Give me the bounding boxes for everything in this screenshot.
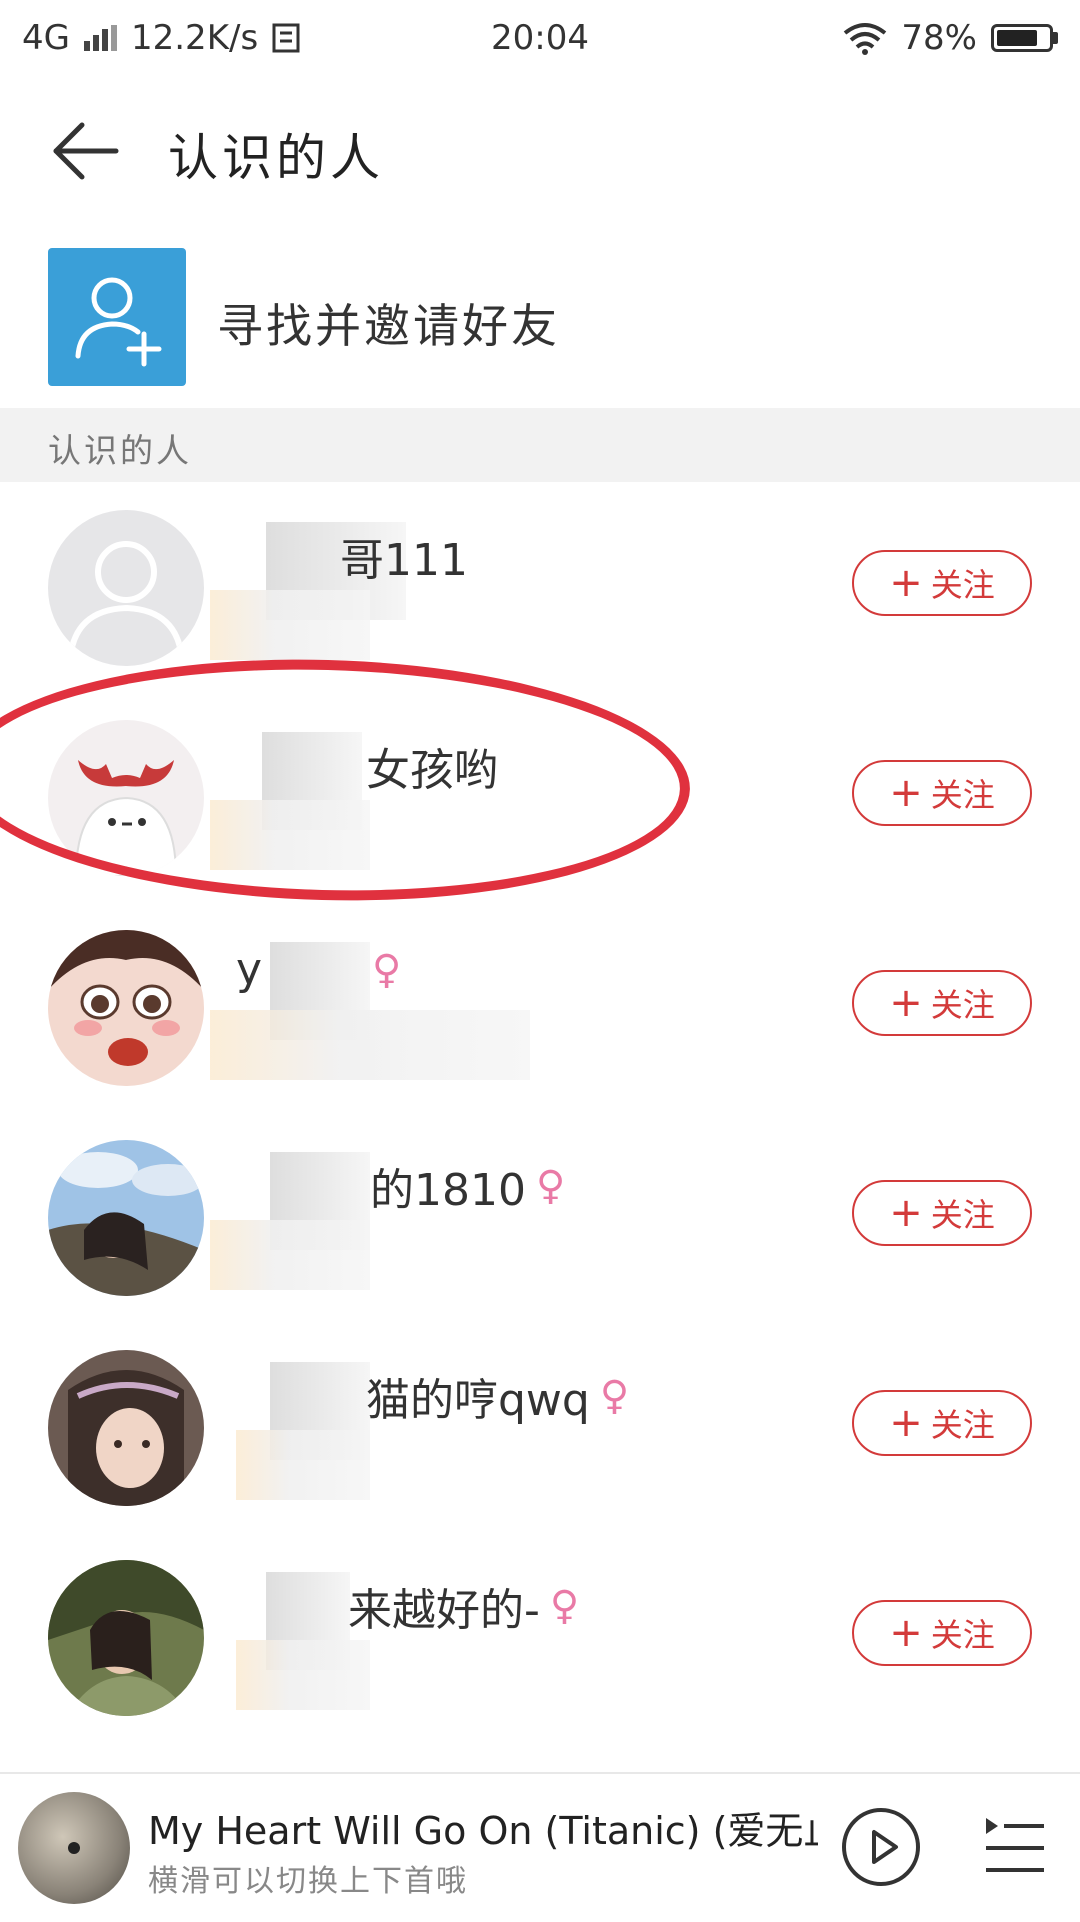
song-hint: 横滑可以切换上下首哦 <box>148 1864 468 1899</box>
blur-mask <box>236 1430 370 1500</box>
status-bar: 4G 12.2K/s 20:04 78% <box>0 0 1080 76</box>
add-user-icon <box>48 248 186 386</box>
avatar <box>48 720 204 876</box>
blur-mask <box>210 590 370 660</box>
status-time: 20:04 <box>491 18 589 58</box>
person-name: 猫的哼qwq ♀ <box>366 1373 630 1426</box>
find-invite-friends-row[interactable]: 寻找并邀请好友 <box>0 248 1080 388</box>
page-header: 认识的人 <box>0 96 1080 206</box>
battery-percent: 78% <box>901 18 977 58</box>
battery-icon <box>991 24 1058 52</box>
avatar <box>48 1140 204 1296</box>
mini-player[interactable]: My Heart Will Go On (Titanic) (爱无止 横滑可以切… <box>0 1772 1080 1922</box>
follow-button[interactable]: + 关注 <box>852 1600 1032 1666</box>
follow-button[interactable]: + 关注 <box>852 1180 1032 1246</box>
blur-mask <box>236 1640 370 1710</box>
female-icon: ♀ <box>535 1163 566 1209</box>
album-art[interactable] <box>18 1792 130 1904</box>
female-icon: ♀ <box>599 1373 630 1419</box>
person-row[interactable]: 哥111 + 关注 <box>0 510 1080 720</box>
person-name: y ♀ <box>236 944 402 995</box>
follow-button[interactable]: + 关注 <box>852 970 1032 1036</box>
follow-button[interactable]: + 关注 <box>852 550 1032 616</box>
status-left: 4G 12.2K/s <box>22 18 300 58</box>
blur-mask <box>210 1010 530 1080</box>
blur-mask <box>210 800 370 870</box>
avatar <box>48 1350 204 1506</box>
status-right: 78% <box>843 18 1058 58</box>
avatar <box>48 1560 204 1716</box>
person-row[interactable]: 来越好的- ♀ + 关注 <box>0 1560 1080 1770</box>
female-icon: ♀ <box>549 1583 580 1629</box>
page-title: 认识的人 <box>168 129 384 187</box>
blur-mask <box>210 1220 370 1290</box>
person-name: 的1810 ♀ <box>370 1163 566 1216</box>
avatar <box>48 930 204 1086</box>
back-arrow-icon[interactable] <box>50 121 120 181</box>
invite-label: 寻找并邀请好友 <box>217 299 560 353</box>
follow-button[interactable]: + 关注 <box>852 760 1032 826</box>
avatar <box>48 510 204 666</box>
person-name: 哥111 <box>340 535 468 586</box>
network-type: 4G <box>22 18 70 58</box>
play-icon[interactable] <box>842 1808 920 1886</box>
person-row[interactable]: 猫的哼qwq ♀ + 关注 <box>0 1350 1080 1560</box>
person-row[interactable]: 女孩哟 + 关注 <box>0 720 1080 930</box>
signal-icon <box>83 25 117 51</box>
person-row[interactable]: 的1810 ♀ + 关注 <box>0 1140 1080 1350</box>
person-name: 女孩哟 <box>366 745 498 796</box>
playlist-icon[interactable] <box>982 1812 1046 1884</box>
section-header: 认识的人 <box>0 408 1080 482</box>
song-title: My Heart Will Go On (Titanic) (爱无止 <box>148 1809 818 1853</box>
network-speed: 12.2K/s <box>130 18 259 58</box>
follow-button[interactable]: + 关注 <box>852 1390 1032 1456</box>
person-name: 来越好的- ♀ <box>348 1583 580 1636</box>
female-icon: ♀ <box>372 946 402 993</box>
person-row[interactable]: y ♀ + 关注 <box>0 930 1080 1140</box>
data-saver-icon <box>272 23 300 53</box>
section-title: 认识的人 <box>48 431 192 470</box>
wifi-icon <box>844 23 887 55</box>
